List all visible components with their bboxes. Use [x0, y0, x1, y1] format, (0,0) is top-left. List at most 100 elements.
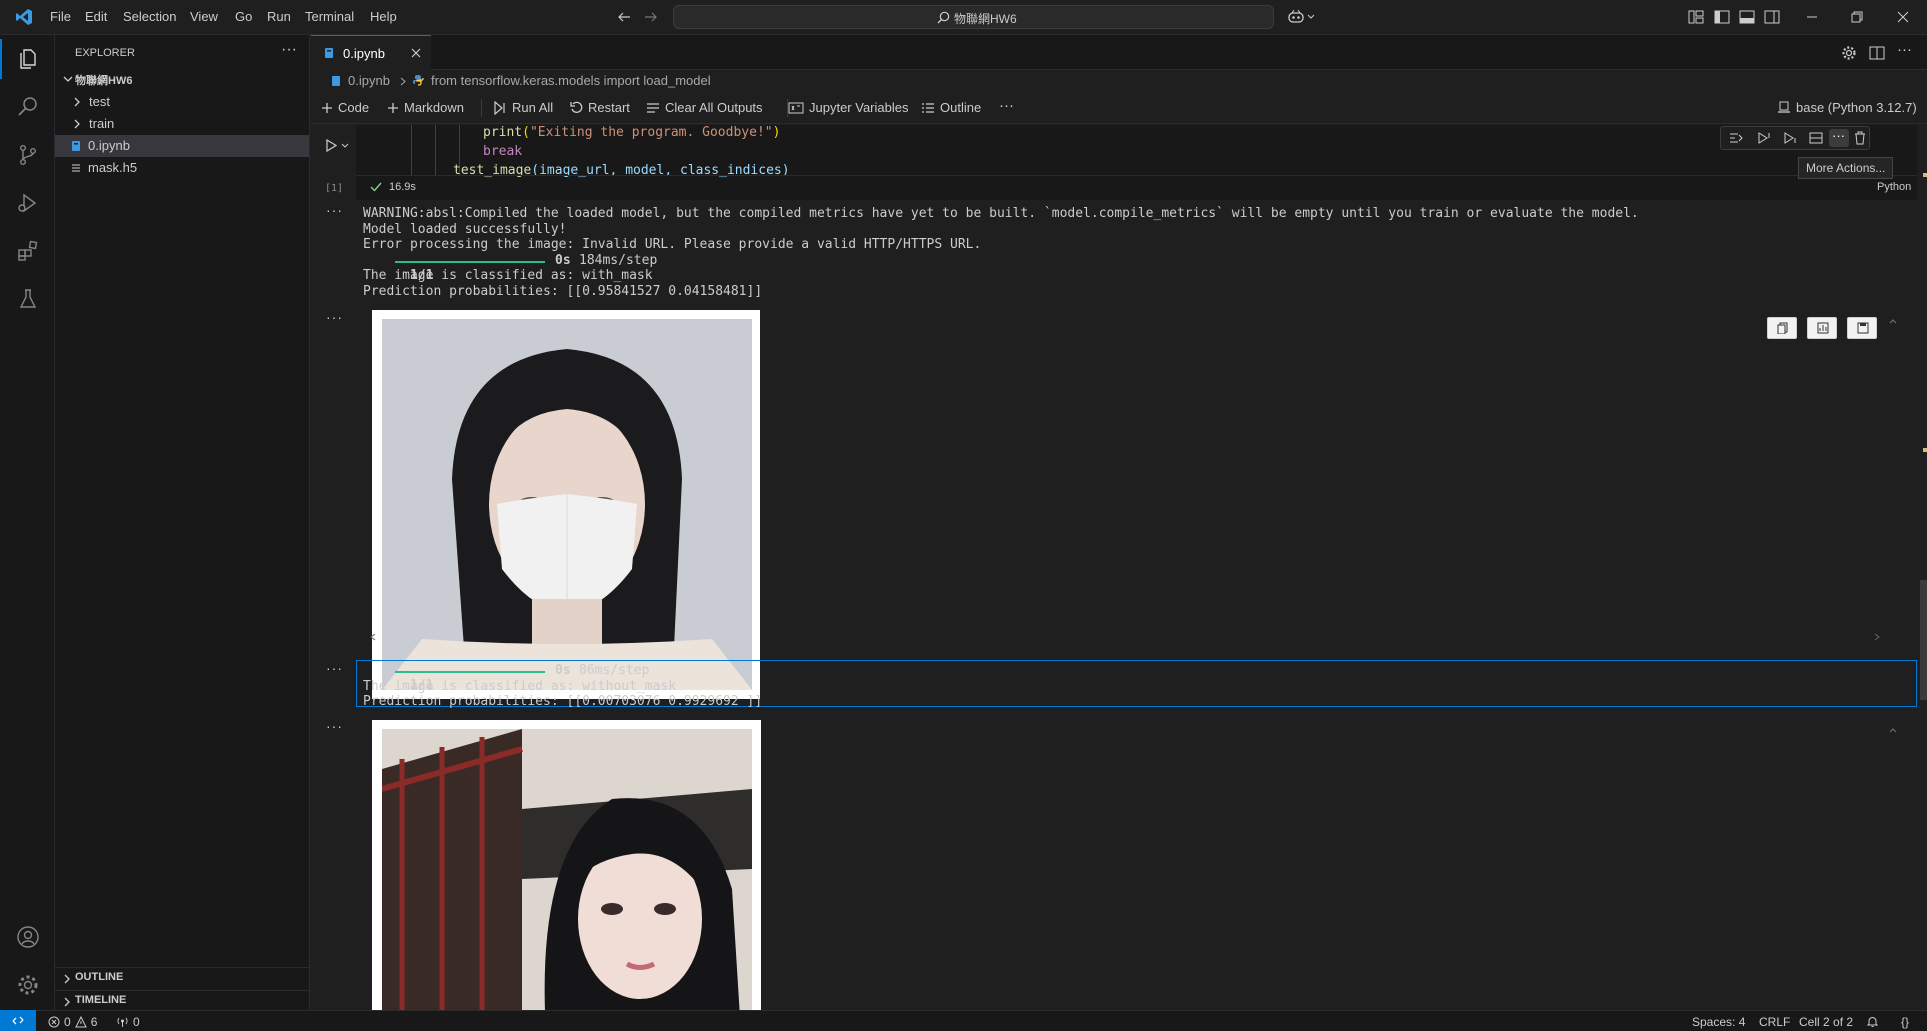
notebook-file-icon — [325, 48, 333, 58]
menu-help[interactable]: Help — [370, 9, 397, 24]
vscode-logo-icon — [16, 9, 32, 25]
editor-area: 0.ipynb ··· 0.ipynb from tensorflow.kera… — [311, 35, 1927, 1018]
progress-track — [395, 261, 545, 263]
chevron-down-icon[interactable] — [1307, 14, 1315, 20]
run-all-button[interactable]: Run All — [493, 100, 553, 115]
workspace-folder[interactable]: 物聯網HW6 — [55, 69, 309, 91]
cell-indicator[interactable]: Cell 2 of 2 — [1799, 1015, 1853, 1029]
testing-flask-icon[interactable] — [16, 287, 40, 311]
command-center-search[interactable]: 物聯網HW6 — [673, 5, 1274, 29]
chevron-up-icon[interactable] — [1889, 318, 1897, 324]
copy-output-button[interactable] — [1767, 317, 1797, 339]
menu-selection[interactable]: Selection — [123, 9, 176, 24]
editor-more-icon[interactable]: ··· — [1897, 41, 1912, 58]
run-debug-icon[interactable] — [16, 191, 40, 215]
account-icon[interactable] — [16, 925, 40, 949]
scroll-right-icon[interactable] — [1873, 633, 1881, 641]
chevron-down-icon[interactable] — [341, 143, 349, 149]
split-cell-icon[interactable] — [1809, 132, 1823, 144]
toggle-secondary-sidebar-icon[interactable] — [1764, 10, 1780, 24]
customize-layout-icon[interactable] — [1688, 10, 1704, 24]
cell-language[interactable]: Python — [1877, 181, 1911, 193]
split-editor-icon[interactable] — [1869, 45, 1885, 61]
progress-track — [395, 671, 545, 673]
tree-file-notebook[interactable]: 0.ipynb — [55, 135, 309, 157]
kernel-picker[interactable]: base (Python 3.12.7) — [1777, 100, 1917, 115]
run-by-line-icon[interactable] — [1729, 132, 1743, 144]
outline-button[interactable]: Outline — [921, 100, 981, 115]
close-tab-icon[interactable] — [411, 48, 421, 58]
open-plot-viewer-button[interactable] — [1807, 317, 1837, 339]
output-more-icon[interactable]: ··· — [326, 660, 343, 676]
clear-all-icon — [647, 102, 659, 113]
more-actions-tooltip: More Actions... — [1798, 157, 1894, 179]
delete-cell-icon[interactable] — [1854, 131, 1866, 145]
menu-run[interactable]: Run — [267, 9, 291, 24]
toggle-primary-sidebar-icon[interactable] — [1714, 10, 1730, 24]
problems-indicator[interactable]: 0 6 — [48, 1015, 97, 1029]
scrollbar-thumb[interactable] — [1920, 580, 1927, 700]
execute-above-icon[interactable] — [1757, 132, 1771, 144]
add-markdown-cell-button[interactable]: Markdown — [387, 100, 464, 115]
timeline-section[interactable]: TIMELINE — [55, 990, 309, 1012]
breadcrumb-symbol[interactable]: from tensorflow.keras.models import load… — [431, 73, 711, 88]
clear-outputs-button[interactable]: Clear All Outputs — [646, 100, 763, 115]
more-actions-icon[interactable]: ··· — [281, 41, 297, 59]
vertical-scrollbar[interactable] — [1917, 125, 1927, 1018]
explorer-icon[interactable] — [16, 47, 40, 71]
back-arrow-icon[interactable] — [617, 11, 631, 23]
manage-gear-icon[interactable] — [16, 973, 40, 997]
menu-terminal[interactable]: Terminal — [305, 9, 354, 24]
tab-notebook[interactable]: 0.ipynb — [311, 35, 431, 70]
breadcrumb-file[interactable]: 0.ipynb — [348, 73, 390, 88]
scroll-left-icon[interactable] — [369, 633, 377, 641]
tab-bar: 0.ipynb ··· — [311, 35, 1927, 70]
menu-edit[interactable]: Edit — [85, 9, 107, 24]
settings-gear-icon[interactable] — [1841, 45, 1857, 61]
output-more-icon[interactable]: ··· — [326, 718, 343, 734]
forward-arrow-icon[interactable] — [644, 11, 658, 23]
notifications-bell-icon[interactable] — [1866, 1015, 1879, 1028]
chevron-up-icon[interactable] — [1889, 727, 1897, 733]
tree-file-model[interactable]: mask.h5 — [55, 157, 309, 179]
extensions-icon[interactable] — [16, 239, 40, 263]
file-icon — [72, 164, 80, 172]
tree-folder-test[interactable]: test — [55, 91, 309, 113]
toggle-panel-icon[interactable] — [1739, 10, 1755, 24]
remote-indicator[interactable] — [0, 1010, 36, 1031]
separator — [481, 99, 482, 117]
language-braces-icon[interactable]: {} — [1901, 1015, 1909, 1029]
more-actions-button[interactable]: ··· — [1829, 128, 1849, 147]
ports-indicator[interactable]: 0 — [116, 1015, 140, 1029]
outline-section[interactable]: OUTLINE — [55, 968, 309, 990]
menu-view[interactable]: View — [190, 9, 218, 24]
source-control-icon[interactable] — [16, 143, 40, 167]
chevron-right-icon — [64, 974, 70, 984]
run-cell-icon[interactable] — [325, 139, 337, 152]
indentation-indicator[interactable]: Spaces: 4 — [1692, 1015, 1745, 1029]
minimize-icon[interactable] — [1806, 12, 1818, 22]
jupyter-variables-button[interactable]: Jupyter Variables — [788, 100, 908, 115]
copy-icon — [1777, 322, 1788, 334]
add-code-cell-button[interactable]: Code — [321, 100, 369, 115]
explorer-title: EXPLORER — [75, 47, 135, 59]
search-icon[interactable] — [16, 95, 40, 119]
execute-below-icon[interactable] — [1783, 132, 1797, 144]
copilot-icon[interactable] — [1287, 9, 1305, 25]
restore-icon[interactable] — [1851, 11, 1863, 23]
kernel-icon — [1778, 101, 1790, 113]
restart-button[interactable]: Restart — [570, 100, 630, 115]
indent-guide — [411, 125, 412, 175]
tree-folder-train[interactable]: train — [55, 113, 309, 135]
close-window-icon[interactable] — [1897, 11, 1909, 23]
ports-count: 0 — [133, 1015, 140, 1029]
menu-file[interactable]: File — [50, 9, 71, 24]
eol-indicator[interactable]: CRLF — [1759, 1015, 1790, 1029]
toolbar-more-icon[interactable]: ··· — [999, 97, 1014, 114]
menu-go[interactable]: Go — [235, 9, 252, 24]
output-more-icon[interactable]: ··· — [326, 202, 343, 218]
code-cell-editor[interactable]: print("Exiting the program. Goodbye!") b… — [356, 125, 1917, 200]
save-output-button[interactable] — [1847, 317, 1877, 339]
execution-count: [1] — [325, 183, 344, 194]
output-more-icon[interactable]: ··· — [326, 309, 343, 325]
